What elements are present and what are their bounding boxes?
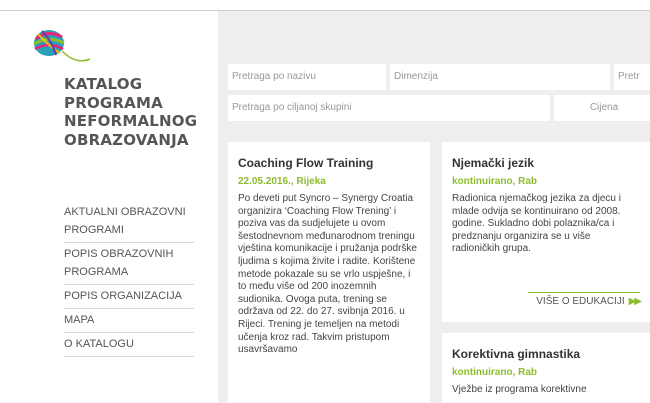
nav-item-map[interactable]: MAPA — [64, 309, 194, 333]
card-title[interactable]: Korektivna gimnastika — [452, 347, 640, 361]
program-card[interactable]: Njemački jezik kontinuirano, Rab Radioni… — [442, 142, 650, 322]
double-arrow-icon: ▶▶ — [628, 296, 642, 307]
logo-icon[interactable] — [28, 25, 108, 73]
card-description: Vježbe iz programa korektivne — [452, 384, 587, 395]
title-line-1: KATALOG — [64, 75, 143, 93]
main-nav: AKTUALNI OBRAZOVNI PROGRAMI POPIS OBRAZO… — [64, 201, 194, 357]
program-card[interactable]: Coaching Flow Training 22.05.2016., Rije… — [228, 142, 430, 403]
card-description: Radionica njemačkog jezika za djecu i ml… — [452, 193, 621, 255]
name-search-input[interactable]: Pretraga po nazivu — [228, 64, 386, 90]
program-card[interactable]: Korektivna gimnastika kontinuirano, Rab … — [442, 333, 650, 403]
card-date-location: kontinuirano, Rab — [452, 367, 537, 378]
nav-item-current-programs[interactable]: AKTUALNI OBRAZOVNI PROGRAMI — [64, 201, 194, 243]
target-group-search-input[interactable]: Pretraga po ciljanoj skupini — [228, 95, 550, 121]
third-search-input[interactable]: Pretr — [614, 64, 650, 90]
card-description: Po deveti put Syncro – Synergy Croatia o… — [238, 193, 417, 356]
catalog-title[interactable]: KATALOG PROGRAMA NEFORMALNOG OBRAZOVANJA — [64, 75, 214, 149]
title-line-3: NEFORMALNOG — [64, 112, 198, 130]
card-title[interactable]: Njemački jezik — [452, 156, 640, 170]
more-label: VIŠE O EDUKACIJI — [536, 296, 625, 307]
main-content: Pretraga po nazivu Dimenzija Pretr Pretr… — [218, 11, 650, 403]
nav-item-about[interactable]: O KATALOGU — [64, 333, 194, 357]
more-link[interactable]: VIŠE O EDUKACIJI ▶▶ — [528, 292, 642, 307]
nav-item-program-list[interactable]: POPIS OBRAZOVNIH PROGRAMA — [64, 243, 194, 285]
dimension-select[interactable]: Dimenzija — [390, 64, 610, 90]
price-select[interactable]: Cijena — [554, 95, 650, 121]
title-line-4: OBRAZOVANJA — [64, 130, 189, 149]
search-row-2: Pretraga po ciljanoj skupini Cijena — [228, 95, 650, 121]
card-date-location: 22.05.2016., Rijeka — [238, 176, 326, 187]
nav-item-organizations[interactable]: POPIS ORGANIZACIJA — [64, 285, 194, 309]
card-date-location: kontinuirano, Rab — [452, 176, 537, 187]
card-title[interactable]: Coaching Flow Training — [238, 156, 420, 170]
sidebar: KATALOG PROGRAMA NEFORMALNOG OBRAZOVANJA… — [0, 11, 218, 403]
search-row-1: Pretraga po nazivu Dimenzija Pretr — [228, 64, 650, 90]
title-line-2: PROGRAMA — [64, 93, 163, 112]
